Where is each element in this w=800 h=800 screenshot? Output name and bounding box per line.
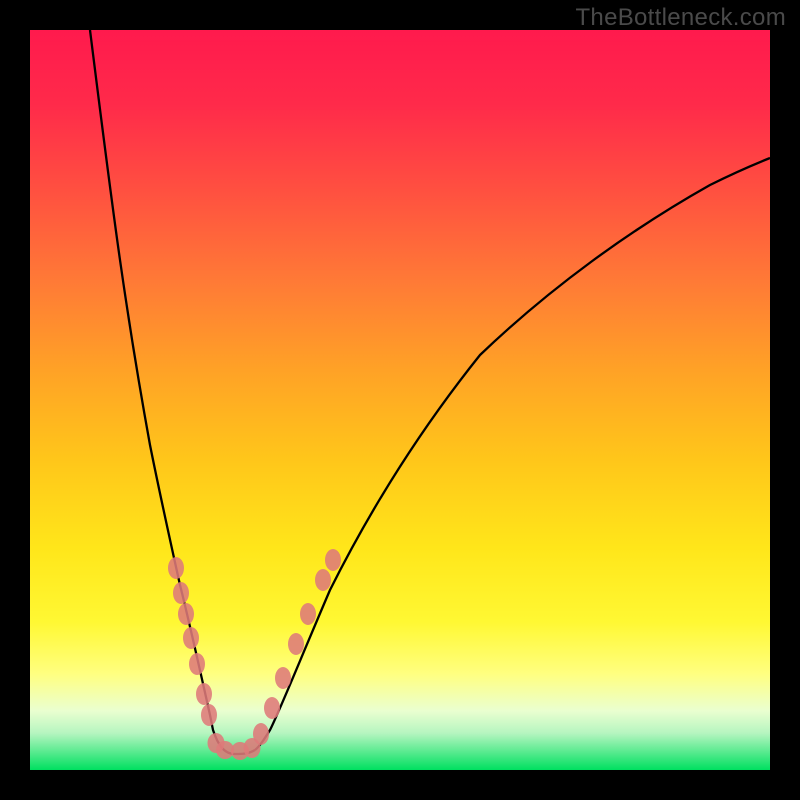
watermark-text: TheBottleneck.com [575, 4, 786, 32]
chart-marker [183, 627, 199, 649]
chart-marker [325, 549, 341, 571]
curve-right-branch [255, 158, 770, 750]
chart-marker [275, 667, 291, 689]
plot-area [30, 30, 770, 770]
markers-group [168, 549, 341, 760]
chart-marker [288, 633, 304, 655]
chart-svg [30, 30, 770, 770]
chart-marker [300, 603, 316, 625]
chart-marker [264, 697, 280, 719]
chart-marker [189, 653, 205, 675]
chart-marker [173, 582, 189, 604]
chart-marker [201, 704, 217, 726]
curve-left-branch [90, 30, 235, 754]
chart-marker [178, 603, 194, 625]
chart-marker [168, 557, 184, 579]
chart-marker [196, 683, 212, 705]
chart-marker [253, 723, 269, 745]
chart-frame: TheBottleneck.com [0, 0, 800, 800]
chart-marker [315, 569, 331, 591]
